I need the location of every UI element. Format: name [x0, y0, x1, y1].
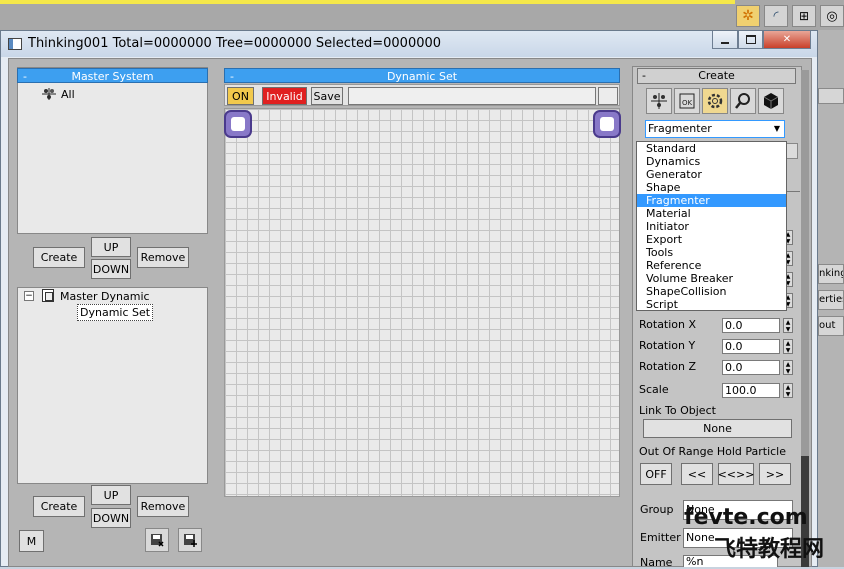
type-dropdown[interactable]: Fragmenter ▼ [645, 120, 785, 138]
create-header[interactable]: - Create [637, 68, 796, 84]
watermark-cjk: 飞特教程网 [714, 537, 825, 562]
group-label: Group [640, 503, 674, 516]
rotation-z-label: Rotation Z [639, 360, 697, 373]
gear-icon[interactable] [702, 88, 728, 114]
target-icon[interactable]: ◎ [820, 5, 844, 27]
maximize-button[interactable] [738, 31, 763, 49]
type-dropdown-list: Standard Dynamics Generator Shape Fragme… [636, 141, 787, 311]
master-system-title: Master System [71, 70, 154, 83]
wrench-icon[interactable] [730, 88, 756, 114]
dropdown-option-shape[interactable]: Shape [637, 181, 786, 194]
range-both-button[interactable]: <<>> [718, 463, 754, 485]
out-of-range-label: Out Of Range Hold Particle [639, 445, 787, 458]
next-button[interactable]: >> [759, 463, 791, 485]
rotation-y-label: Rotation Y [639, 339, 696, 352]
watermark-latin: fevte.com [684, 505, 808, 530]
minimize-button[interactable] [712, 31, 738, 49]
background-item-blank [818, 88, 844, 104]
master-system-up-button[interactable]: UP [91, 237, 131, 257]
master-dynamic-create-button[interactable]: Create [33, 496, 85, 517]
dropdown-option-script[interactable]: Script [637, 298, 786, 311]
hidden-button-edge [786, 143, 798, 159]
create-title: Create [698, 69, 735, 82]
background-item-3[interactable]: out [818, 316, 844, 336]
sun-icon[interactable]: ✲ [736, 5, 760, 27]
close-button[interactable]: ✕ [763, 31, 811, 49]
rotation-y-spinner[interactable]: ▲ ▼ [783, 339, 793, 354]
dropdown-option-standard[interactable]: Standard [637, 142, 786, 155]
master-dynamic-remove-button[interactable]: Remove [137, 496, 189, 517]
background-highlight [0, 0, 735, 4]
dropdown-option-dynamics[interactable]: Dynamics [637, 155, 786, 168]
background-item-1[interactable]: nking [818, 264, 844, 284]
particle-system-icon [41, 87, 57, 101]
master-system-header[interactable]: - Master System [17, 68, 208, 83]
off-button[interactable]: OFF [640, 463, 672, 485]
type-dropdown-value: Fragmenter [648, 122, 712, 135]
dropdown-option-shapecollision[interactable]: ShapeCollision [637, 285, 786, 298]
dropdown-option-generator[interactable]: Generator [637, 168, 786, 181]
dropdown-option-fragmenter[interactable]: Fragmenter [637, 194, 786, 207]
scale-input[interactable]: 100.0 [722, 383, 780, 398]
tree-item-master-dynamic[interactable]: Master Dynamic [60, 290, 150, 303]
scale-label: Scale [639, 383, 669, 396]
input-node[interactable] [224, 110, 252, 138]
close-icon: ✕ [782, 34, 792, 45]
hierarchy-icon[interactable]: ⊞ [792, 5, 816, 27]
dynamic-set-header[interactable]: - Dynamic Set [224, 68, 620, 83]
dynamic-root-icon [42, 289, 54, 302]
previous-button[interactable]: << [681, 463, 713, 485]
window-title: Thinking001 Total=0000000 Tree=0000000 S… [28, 36, 442, 51]
rotation-z-input[interactable]: 0.0 [722, 360, 780, 375]
dynamic-set-title: Dynamic Set [386, 70, 458, 83]
curve-icon[interactable]: ◜ [764, 5, 788, 27]
cube-icon[interactable] [758, 88, 784, 114]
master-system-down-button[interactable]: DOWN [91, 259, 131, 279]
load-file-icon[interactable] [178, 528, 202, 552]
link-to-object-label: Link To Object [639, 404, 716, 417]
invalid-button[interactable]: Invalid [262, 87, 307, 105]
rotation-z-spinner[interactable]: ▲ ▼ [783, 360, 793, 375]
window-icon [8, 38, 22, 50]
dropdown-option-volume-breaker[interactable]: Volume Breaker [637, 272, 786, 285]
tree-item-dynamic-set[interactable]: Dynamic Set [77, 304, 154, 321]
rotation-x-label: Rotation X [639, 318, 697, 331]
ok-create-icon[interactable]: OK [674, 88, 700, 114]
rotation-x-spinner[interactable]: ▲ ▼ [783, 318, 793, 333]
master-system-create-button[interactable]: Create [33, 247, 85, 268]
dropdown-option-material[interactable]: Material [637, 207, 786, 220]
color-swatch-button[interactable] [598, 87, 618, 105]
save-button[interactable]: Save [311, 87, 343, 105]
tree-item-all[interactable]: All [61, 88, 75, 101]
link-object-button[interactable]: None [643, 419, 792, 438]
name-label: Name [640, 556, 673, 569]
scale-spinner[interactable]: ▲ ▼ [783, 383, 793, 398]
master-dynamic-up-button[interactable]: UP [91, 485, 131, 505]
dropdown-option-export[interactable]: Export [637, 233, 786, 246]
dropdown-option-initiator[interactable]: Initiator [637, 220, 786, 233]
background-item-2[interactable]: erties [818, 290, 844, 310]
dynamic-set-name-field[interactable] [348, 87, 596, 105]
output-node[interactable] [593, 110, 621, 138]
particle-create-icon[interactable] [646, 88, 672, 114]
master-dynamic-down-button[interactable]: DOWN [91, 508, 131, 528]
rotation-x-input[interactable]: 0.0 [722, 318, 780, 333]
dropdown-option-tools[interactable]: Tools [637, 246, 786, 259]
dropdown-option-reference[interactable]: Reference [637, 259, 786, 272]
master-system-remove-button[interactable]: Remove [137, 247, 189, 268]
svg-text:OK: OK [682, 99, 693, 107]
chevron-down-icon: ▼ [773, 124, 780, 133]
node-graph-canvas[interactable] [224, 108, 620, 497]
save-file-icon[interactable] [145, 528, 169, 552]
background-toolbar [0, 0, 844, 30]
on-button[interactable]: ON [227, 87, 254, 105]
rotation-y-input[interactable]: 0.0 [722, 339, 780, 354]
m-button[interactable]: M [19, 530, 44, 552]
collapse-icon[interactable]: − [24, 291, 34, 301]
emitter-label: Emitter [640, 531, 681, 544]
